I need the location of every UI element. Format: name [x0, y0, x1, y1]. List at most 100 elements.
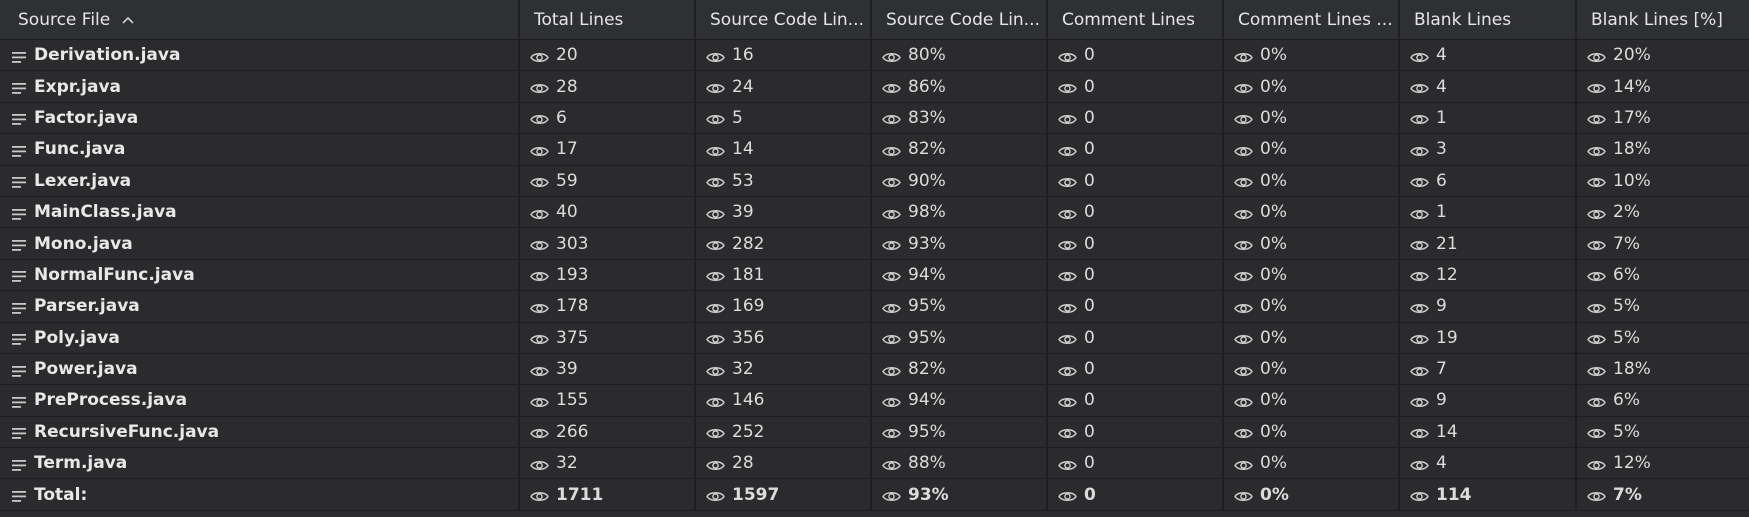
column-header-total-lines[interactable]: Total Lines [520, 0, 696, 39]
eye-icon[interactable] [882, 268, 901, 282]
eye-icon[interactable] [1410, 143, 1429, 156]
eye-icon[interactable] [1587, 488, 1606, 502]
eye-icon[interactable] [1234, 49, 1253, 62]
eye-icon[interactable] [1587, 300, 1606, 313]
eye-icon[interactable] [1234, 425, 1253, 439]
table-row[interactable]: Func.java 17 14 82% 0 0% 3 18% [0, 134, 1749, 166]
table-row[interactable]: Power.java 39 32 82% 0 0% 7 18% [0, 353, 1749, 386]
eye-icon[interactable] [882, 237, 901, 250]
eye-icon[interactable] [1058, 49, 1077, 62]
eye-icon[interactable] [882, 300, 901, 313]
source-file-cell[interactable]: Func.java [0, 134, 520, 165]
eye-icon[interactable] [1058, 174, 1077, 188]
column-header-blank-lines-pct[interactable]: Blank Lines [%] [1577, 0, 1749, 39]
eye-icon[interactable] [1234, 331, 1253, 345]
eye-icon[interactable] [1410, 268, 1429, 282]
table-row[interactable]: Lexer.java 59 53 90% 0 0% 6 10% [0, 165, 1749, 197]
column-header-source-code-lines[interactable]: Source Code Lin... [696, 0, 872, 39]
eye-icon[interactable] [1587, 363, 1606, 376]
source-file-cell[interactable]: Parser.java [0, 291, 520, 322]
table-row[interactable]: Term.java 32 28 88% 0 0% 4 12% [0, 448, 1749, 480]
eye-icon[interactable] [1058, 80, 1077, 94]
eye-icon[interactable] [1234, 268, 1253, 282]
eye-icon[interactable] [1058, 237, 1077, 250]
source-file-cell[interactable]: NormalFunc.java [0, 259, 520, 291]
eye-icon[interactable] [1234, 488, 1253, 502]
eye-icon[interactable] [530, 206, 549, 219]
eye-icon[interactable] [530, 174, 549, 188]
eye-icon[interactable] [706, 143, 725, 156]
eye-icon[interactable] [1587, 206, 1606, 219]
eye-icon[interactable] [706, 457, 725, 470]
eye-icon[interactable] [1058, 488, 1077, 502]
eye-icon[interactable] [706, 49, 725, 62]
eye-icon[interactable] [1234, 237, 1253, 250]
source-file-cell[interactable]: Total: [0, 479, 520, 510]
eye-icon[interactable] [882, 80, 901, 94]
eye-icon[interactable] [706, 80, 725, 94]
eye-icon[interactable] [530, 394, 549, 407]
eye-icon[interactable] [1410, 237, 1429, 250]
eye-icon[interactable] [530, 268, 549, 282]
eye-icon[interactable] [706, 174, 725, 188]
eye-icon[interactable] [1234, 143, 1253, 156]
table-row[interactable]: RecursiveFunc.java 266 252 95% 0 0% 14 5% [0, 416, 1749, 449]
eye-icon[interactable] [706, 488, 725, 502]
eye-icon[interactable] [530, 80, 549, 94]
eye-icon[interactable] [1234, 394, 1253, 407]
eye-icon[interactable] [1410, 457, 1429, 470]
eye-icon[interactable] [530, 49, 549, 62]
eye-icon[interactable] [1587, 331, 1606, 345]
eye-icon[interactable] [1587, 457, 1606, 470]
eye-icon[interactable] [1587, 143, 1606, 156]
eye-icon[interactable] [1410, 363, 1429, 376]
eye-icon[interactable] [882, 143, 901, 156]
eye-icon[interactable] [1410, 488, 1429, 502]
source-file-cell[interactable]: Term.java [0, 448, 520, 479]
column-header-comment-lines-pct[interactable]: Comment Lines ... [1224, 0, 1400, 39]
eye-icon[interactable] [882, 174, 901, 188]
eye-icon[interactable] [1410, 300, 1429, 313]
source-file-cell[interactable]: Expr.java [0, 71, 520, 102]
eye-icon[interactable] [1058, 457, 1077, 470]
eye-icon[interactable] [1587, 49, 1606, 62]
eye-icon[interactable] [1058, 425, 1077, 439]
source-file-cell[interactable]: Lexer.java [0, 165, 520, 196]
eye-icon[interactable] [1410, 49, 1429, 62]
eye-icon[interactable] [1234, 363, 1253, 376]
table-row[interactable]: Poly.java 375 356 95% 0 0% 19 5% [0, 322, 1749, 354]
eye-icon[interactable] [530, 143, 549, 156]
source-file-cell[interactable]: Mono.java [0, 228, 520, 259]
eye-icon[interactable] [882, 363, 901, 376]
eye-icon[interactable] [530, 457, 549, 470]
source-file-cell[interactable]: Factor.java [0, 102, 520, 134]
eye-icon[interactable] [1058, 331, 1077, 345]
eye-icon[interactable] [1058, 394, 1077, 407]
eye-icon[interactable] [1410, 80, 1429, 94]
eye-icon[interactable] [1234, 206, 1253, 219]
source-file-cell[interactable]: PreProcess.java [0, 385, 520, 416]
eye-icon[interactable] [1058, 143, 1077, 156]
eye-icon[interactable] [706, 111, 725, 125]
table-row[interactable]: NormalFunc.java 193 181 94% 0 0% 12 6% [0, 259, 1749, 292]
table-row[interactable]: Expr.java 28 24 86% 0 0% 4 14% [0, 71, 1749, 103]
eye-icon[interactable] [1234, 174, 1253, 188]
eye-icon[interactable] [706, 206, 725, 219]
column-header-source-code-lines-pct[interactable]: Source Code Lin... [872, 0, 1048, 39]
eye-icon[interactable] [1410, 331, 1429, 345]
eye-icon[interactable] [1058, 206, 1077, 219]
table-row[interactable]: Derivation.java 20 16 80% 0 0% 4 20% [0, 40, 1749, 72]
eye-icon[interactable] [882, 425, 901, 439]
eye-icon[interactable] [530, 300, 549, 313]
eye-icon[interactable] [1410, 174, 1429, 188]
table-row[interactable]: Mono.java 303 282 93% 0 0% 21 7% [0, 228, 1749, 260]
eye-icon[interactable] [706, 237, 725, 250]
eye-icon[interactable] [1234, 80, 1253, 94]
eye-icon[interactable] [530, 331, 549, 345]
eye-icon[interactable] [882, 457, 901, 470]
eye-icon[interactable] [530, 425, 549, 439]
chevron-up-icon[interactable] [122, 12, 134, 28]
eye-icon[interactable] [706, 394, 725, 407]
column-header-comment-lines[interactable]: Comment Lines [1048, 0, 1224, 39]
table-row[interactable]: PreProcess.java 155 146 94% 0 0% 9 6% [0, 385, 1749, 417]
